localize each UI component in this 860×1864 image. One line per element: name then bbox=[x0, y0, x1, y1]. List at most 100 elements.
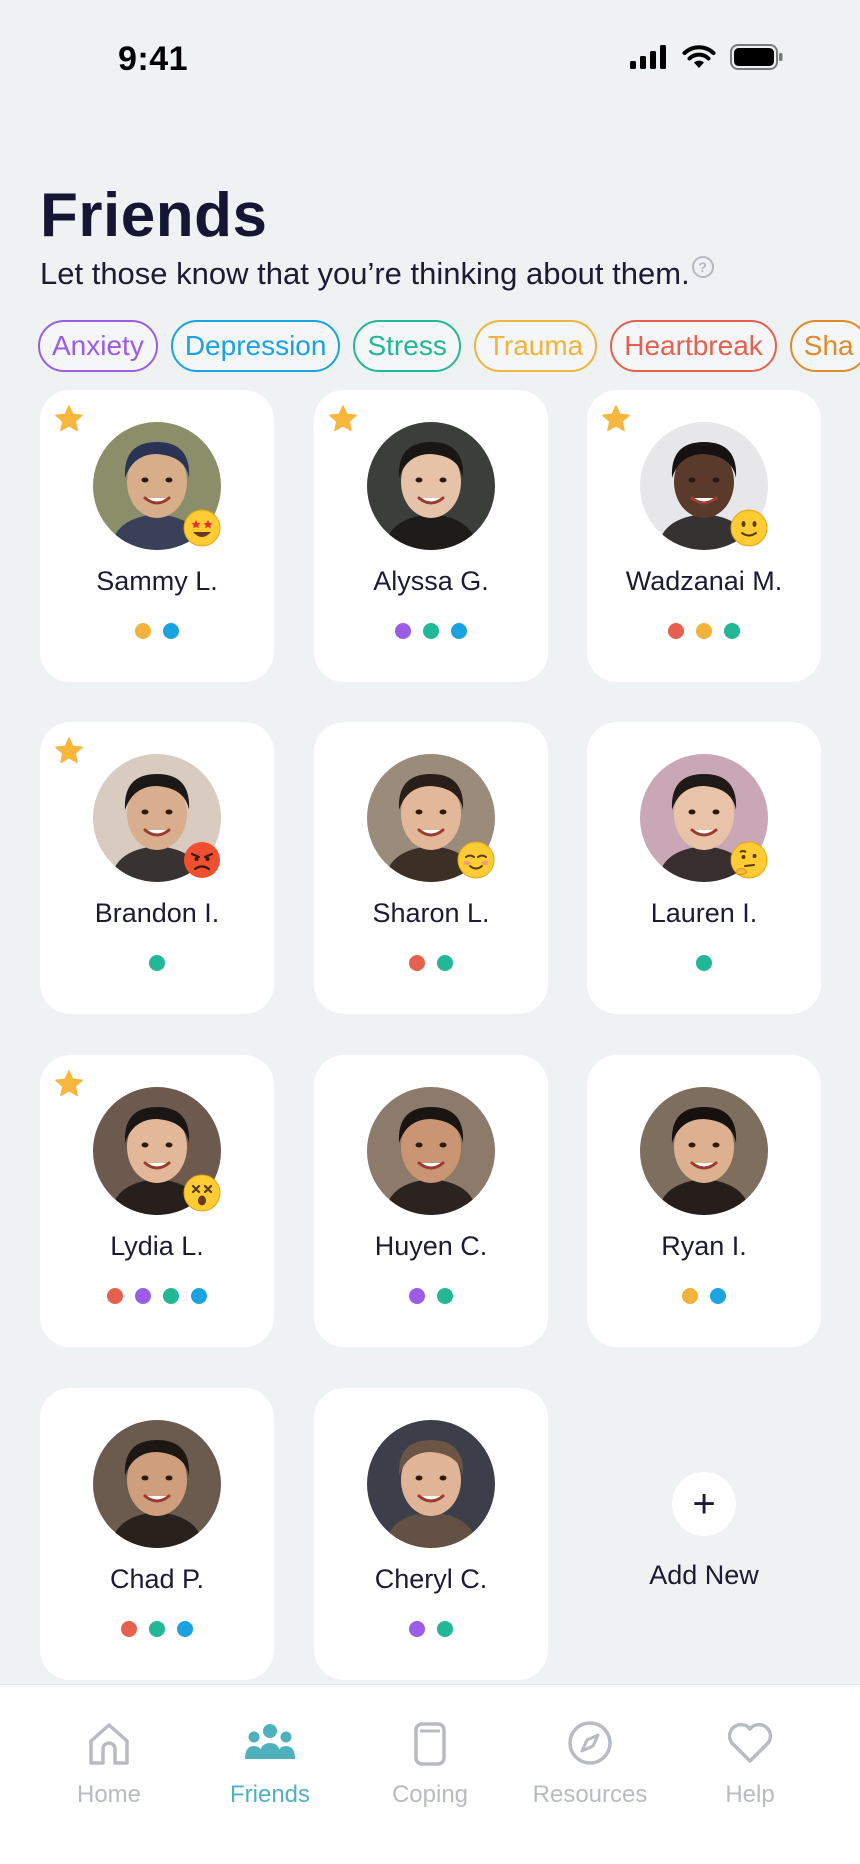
favorite-star-icon[interactable] bbox=[54, 404, 84, 434]
filter-chip-heartbreak[interactable]: Heartbreak bbox=[610, 320, 777, 372]
topic-dot bbox=[724, 623, 740, 639]
friend-name: Lydia L. bbox=[110, 1231, 204, 1261]
topic-dot bbox=[710, 1288, 726, 1304]
topic-dots bbox=[314, 623, 548, 639]
friend-name: Huyen C. bbox=[374, 1231, 488, 1261]
add-new-label: Add New bbox=[649, 1560, 759, 1590]
friend-card[interactable]: Huyen C. bbox=[314, 1055, 548, 1347]
topic-dot bbox=[423, 623, 439, 639]
topic-dot bbox=[135, 623, 151, 639]
status-icons bbox=[630, 44, 784, 70]
topic-dot bbox=[107, 1288, 123, 1304]
filter-chip-trauma[interactable]: Trauma bbox=[473, 320, 598, 372]
tab-help[interactable]: Help bbox=[680, 1719, 820, 1809]
topic-dots bbox=[587, 955, 821, 971]
filter-chip-depression[interactable]: Depression bbox=[170, 320, 341, 372]
topic-dots bbox=[314, 1621, 548, 1637]
topic-dots bbox=[40, 623, 274, 639]
friend-name: Sammy L. bbox=[96, 566, 218, 596]
topic-dots bbox=[40, 1288, 274, 1304]
topic-dot bbox=[121, 1621, 137, 1637]
friend-name: Ryan I. bbox=[661, 1231, 747, 1261]
favorite-star-icon[interactable] bbox=[54, 736, 84, 766]
filter-chip-row[interactable]: Anxiety Depression Stress Trauma Heartbreak S… bbox=[38, 320, 860, 374]
topic-dots bbox=[587, 1288, 821, 1304]
friend-name: Brandon I. bbox=[94, 898, 220, 928]
slight-smile-face-icon bbox=[730, 509, 768, 547]
friend-card[interactable]: Alyssa G. bbox=[314, 390, 548, 682]
coping-icon bbox=[414, 1722, 446, 1766]
wifi-icon bbox=[682, 45, 716, 68]
tab-resources[interactable]: Resources bbox=[520, 1719, 660, 1809]
topic-dot bbox=[437, 1288, 453, 1304]
friend-name: Alyssa G. bbox=[373, 566, 489, 596]
add-new-button[interactable]: + bbox=[672, 1472, 736, 1536]
friend-name: Lauren I. bbox=[650, 898, 758, 928]
topic-dot bbox=[437, 955, 453, 971]
friend-card[interactable]: Sammy L. bbox=[40, 390, 274, 682]
page-subtitle: Let those know that you’re thinking abou… bbox=[40, 256, 690, 291]
topic-dots bbox=[40, 1621, 274, 1637]
star-struck-face-icon bbox=[183, 509, 221, 547]
tab-resources-label: Resources bbox=[532, 1781, 648, 1808]
friend-card[interactable]: Cheryl C. bbox=[314, 1388, 548, 1680]
friend-card[interactable]: Lydia L. bbox=[40, 1055, 274, 1347]
filter-chip-sha[interactable]: Sha bbox=[789, 320, 860, 372]
friend-avatar[interactable] bbox=[367, 1420, 495, 1548]
topic-dots bbox=[587, 623, 821, 639]
favorite-star-icon[interactable] bbox=[328, 404, 358, 434]
friend-avatar[interactable] bbox=[367, 422, 495, 550]
friend-card[interactable]: Sharon L. bbox=[314, 722, 548, 1014]
bottom-tab-bar: Home Friends Coping Resources Help bbox=[0, 1684, 860, 1864]
filter-chip-anxiety[interactable]: Anxiety bbox=[38, 320, 158, 372]
friend-name: Cheryl C. bbox=[374, 1564, 488, 1594]
favorite-star-icon[interactable] bbox=[601, 404, 631, 434]
topic-dot bbox=[409, 1621, 425, 1637]
angry-face-icon bbox=[184, 842, 220, 878]
friend-card[interactable]: Wadzanai M. bbox=[587, 390, 821, 682]
topic-dot bbox=[163, 623, 179, 639]
tab-home-label: Home bbox=[76, 1781, 142, 1808]
cellular-signal-icon bbox=[630, 45, 666, 69]
friend-name: Chad P. bbox=[109, 1564, 205, 1594]
tab-friends[interactable]: Friends bbox=[200, 1719, 340, 1809]
friends-icon bbox=[245, 1724, 295, 1759]
tab-home[interactable]: Home bbox=[39, 1719, 179, 1809]
topic-dot bbox=[437, 1621, 453, 1637]
topic-dots bbox=[314, 955, 548, 971]
topic-dot bbox=[682, 1288, 698, 1304]
topic-dot bbox=[135, 1288, 151, 1304]
friend-card[interactable]: Lauren I. bbox=[587, 722, 821, 1014]
filter-chip-stress[interactable]: Stress bbox=[353, 320, 461, 372]
topic-dot bbox=[696, 955, 712, 971]
thinking-face-icon bbox=[730, 841, 768, 879]
tab-friends-label: Friends bbox=[229, 1781, 311, 1808]
friend-card[interactable]: Ryan I. bbox=[587, 1055, 821, 1347]
add-new-friend[interactable]: + Add New bbox=[587, 1388, 821, 1680]
tab-help-label: Help bbox=[725, 1781, 775, 1808]
friend-avatar[interactable] bbox=[93, 1420, 221, 1548]
blushing-face-icon bbox=[457, 841, 495, 879]
friend-card[interactable]: Chad P. bbox=[40, 1388, 274, 1680]
tab-coping[interactable]: Coping bbox=[360, 1719, 500, 1809]
compass-icon bbox=[568, 1721, 612, 1765]
heart-icon bbox=[727, 1722, 773, 1763]
topic-dots bbox=[314, 1288, 548, 1304]
info-icon[interactable]: ? bbox=[691, 256, 714, 278]
friend-name: Wadzanai M. bbox=[625, 566, 783, 596]
topic-dot bbox=[696, 623, 712, 639]
friend-avatar[interactable] bbox=[367, 1087, 495, 1215]
tab-coping-label: Coping bbox=[391, 1781, 469, 1808]
topic-dots bbox=[40, 955, 274, 971]
favorite-star-icon[interactable] bbox=[54, 1069, 84, 1099]
friend-avatar[interactable] bbox=[640, 1087, 768, 1215]
topic-dot bbox=[191, 1288, 207, 1304]
friend-card[interactable]: Brandon I. bbox=[40, 722, 274, 1014]
topic-dot bbox=[163, 1288, 179, 1304]
subtitle-row: Let those know that you’re thinking abou… bbox=[40, 256, 714, 292]
topic-dot bbox=[149, 1621, 165, 1637]
friend-name: Sharon L. bbox=[372, 898, 490, 928]
battery-icon bbox=[730, 44, 783, 70]
dizzy-face-icon bbox=[183, 1174, 221, 1212]
topic-dot bbox=[409, 955, 425, 971]
